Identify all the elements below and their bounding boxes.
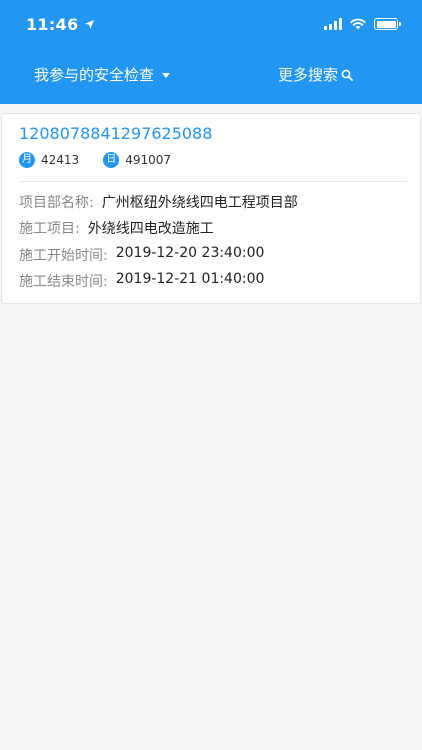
day-value: 491007 <box>125 153 171 167</box>
more-search-label: 更多搜索 <box>278 66 339 84</box>
nav-bar: 我参与的安全检查 更多搜索 <box>0 48 422 104</box>
day-metric: 日 491007 <box>103 152 171 168</box>
more-search-button[interactable]: 更多搜索 <box>278 64 353 85</box>
record-metrics: 月 42413 日 491007 <box>19 152 171 168</box>
record-id[interactable]: 1208078841297625088 <box>19 124 212 143</box>
day-badge: 日 <box>103 152 120 168</box>
status-bar: 11:46 <box>0 0 422 48</box>
wifi-icon <box>350 18 366 30</box>
filter-dropdown[interactable]: 我参与的安全检查 <box>34 64 171 85</box>
field-value: 广州枢纽外绕线四电工程项目部 <box>101 195 298 211</box>
location-arrow-icon <box>85 19 95 29</box>
field-value: 外绕线四电改造施工 <box>87 221 214 237</box>
field-end-time: 施工结束时间: 2019-12-21 01:40:00 <box>19 271 264 291</box>
card-divider <box>19 181 407 182</box>
filter-dropdown-label: 我参与的安全检查 <box>34 66 155 84</box>
status-icons <box>324 18 401 30</box>
caret-down-icon <box>162 73 171 78</box>
field-value: 2019-12-21 01:40:00 <box>115 271 265 287</box>
field-value: 2019-12-20 23:40:00 <box>115 245 265 261</box>
month-badge: 月 <box>19 152 35 168</box>
field-label: 项目部名称: <box>19 195 94 211</box>
field-label: 施工开始时间: <box>19 248 108 264</box>
search-icon <box>341 69 353 81</box>
battery-icon <box>374 18 401 30</box>
field-project-department: 项目部名称: 广州枢纽外绕线四电工程项目部 <box>19 192 298 212</box>
status-time-group: 11:46 <box>26 15 95 34</box>
month-metric: 月 42413 <box>19 152 79 168</box>
app-header: 11:46 我参与的安全检查 更多搜索 <box>0 0 422 104</box>
field-label: 施工项目: <box>19 221 80 237</box>
field-start-time: 施工开始时间: 2019-12-20 23:40:00 <box>19 245 264 265</box>
month-value: 42413 <box>41 153 80 167</box>
field-label: 施工结束时间: <box>19 274 108 290</box>
status-time: 11:46 <box>26 14 79 34</box>
field-construction-project: 施工项目: 外绕线四电改造施工 <box>19 218 214 238</box>
inspection-record-card[interactable]: 1208078841297625088 月 42413 日 491007 项目部… <box>1 113 421 304</box>
cellular-signal-icon <box>324 18 342 30</box>
